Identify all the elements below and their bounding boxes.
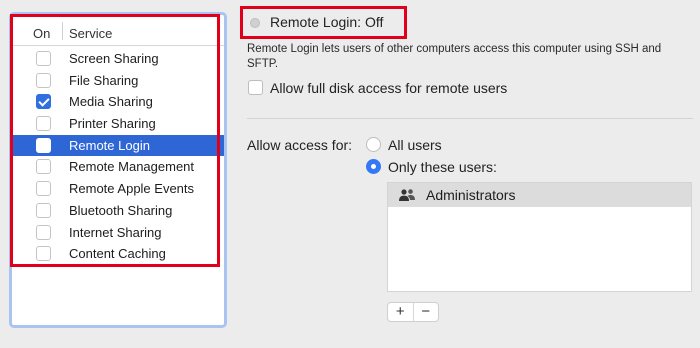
- full-disk-access-checkbox[interactable]: [248, 80, 263, 95]
- status-dot-icon: [250, 18, 260, 28]
- full-disk-access-label[interactable]: Allow full disk access for remote users: [270, 80, 507, 96]
- remote-login-status: Remote Login: Off: [270, 14, 384, 30]
- service-label: Remote Management: [69, 159, 195, 175]
- allowed-users-list[interactable]: Administrators: [387, 182, 692, 292]
- service-checkbox[interactable]: [36, 246, 51, 262]
- service-checkbox[interactable]: [36, 224, 51, 240]
- radio-only-these-users-label[interactable]: Only these users:: [388, 159, 497, 175]
- service-checkbox[interactable]: [36, 116, 51, 132]
- service-label: Remote Login: [69, 137, 150, 153]
- service-row[interactable]: Screen Sharing: [12, 48, 224, 70]
- service-checkbox[interactable]: [36, 51, 51, 66]
- service-checkbox[interactable]: [36, 202, 51, 218]
- service-row[interactable]: Remote Login: [12, 134, 224, 157]
- radio-only-these-users[interactable]: [366, 159, 381, 174]
- service-label: File Sharing: [69, 72, 139, 88]
- service-row[interactable]: Content Caching: [12, 243, 224, 265]
- highlight-box-status: Remote Login: Off: [240, 6, 407, 39]
- service-row[interactable]: Internet Sharing: [12, 222, 224, 244]
- service-label: Remote Apple Events: [69, 181, 195, 197]
- column-separator: [62, 22, 63, 40]
- service-label: Media Sharing: [69, 94, 153, 110]
- service-row[interactable]: Remote Apple Events: [12, 178, 224, 200]
- column-header-service[interactable]: Service: [69, 26, 112, 41]
- service-label: Printer Sharing: [69, 116, 156, 132]
- service-row[interactable]: Remote Management: [12, 156, 224, 178]
- service-checkbox[interactable]: [36, 94, 51, 110]
- service-rows: Screen Sharing File Sharing Media Sharing P…: [12, 48, 224, 265]
- service-label: Internet Sharing: [69, 224, 162, 240]
- column-header-on[interactable]: On: [33, 26, 50, 41]
- user-name: Administrators: [426, 187, 516, 203]
- service-label: Bluetooth Sharing: [69, 202, 173, 218]
- service-checkbox[interactable]: [36, 159, 51, 175]
- service-label: Content Caching: [69, 246, 166, 262]
- radio-all-users[interactable]: [366, 137, 381, 152]
- service-row[interactable]: File Sharing: [12, 70, 224, 92]
- service-row[interactable]: Bluetooth Sharing: [12, 200, 224, 222]
- add-user-button[interactable]: +: [388, 303, 413, 321]
- allow-access-label: Allow access for:: [247, 137, 353, 153]
- group-icon: [399, 189, 415, 201]
- user-row-administrators[interactable]: Administrators: [388, 183, 691, 207]
- service-list: On Service Screen Sharing File Sharing Med…: [9, 12, 227, 328]
- radio-all-users-label[interactable]: All users: [388, 137, 442, 153]
- service-label: Screen Sharing: [69, 51, 159, 66]
- remote-login-description: Remote Login lets users of other compute…: [247, 43, 662, 70]
- service-row[interactable]: Printer Sharing: [12, 113, 224, 135]
- section-divider: [247, 118, 693, 119]
- user-list-buttons: + −: [387, 302, 439, 322]
- service-list-header: On Service: [12, 15, 224, 46]
- service-checkbox[interactable]: [36, 137, 51, 153]
- service-row[interactable]: Media Sharing: [12, 91, 224, 113]
- service-checkbox[interactable]: [36, 181, 51, 197]
- service-checkbox[interactable]: [36, 72, 51, 88]
- remove-user-button[interactable]: −: [412, 303, 439, 321]
